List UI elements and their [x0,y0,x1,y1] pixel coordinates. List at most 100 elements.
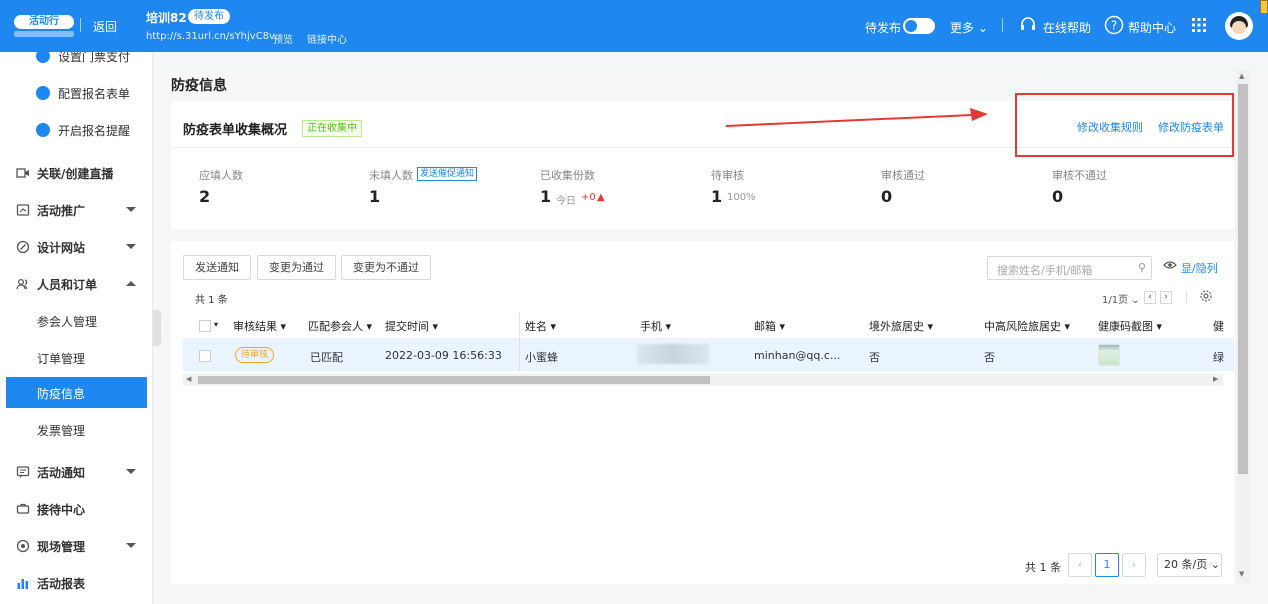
sidebar-item-onsite[interactable]: 现场管理 [0,528,152,564]
chevron-up-icon [126,281,136,286]
phone-masked [637,344,709,364]
horizontal-scrollbar[interactable]: ◀ ▶ [183,374,1223,386]
col-overseas-history[interactable]: 境外旅居史 ▾ [869,318,933,334]
chevron-down-icon [126,244,136,249]
event-url[interactable]: http://s.31url.cn/sYhjvC8v [146,31,275,42]
col-submit-time[interactable]: 提交时间 ▾ [385,318,438,334]
headset-icon[interactable] [1018,15,1038,35]
top-bar: 活动行 返回 培训82 待发布 http://s.31url.cn/sYhjvC… [0,0,1268,52]
col-health-code[interactable]: 健康码截图 ▾ [1098,318,1162,334]
reception-icon [16,503,30,514]
col-review-result[interactable]: 审核结果 ▾ [233,318,286,334]
message-icon [16,466,30,478]
chevron-down-icon [126,207,136,212]
sidebar-item-registration-form[interactable]: 配置报名表单 [0,75,152,111]
sidebar-item-people-orders[interactable]: 人员和订单 [0,266,152,302]
help-circle-icon[interactable]: ? [1104,15,1124,35]
logo-text: 活动行 [14,15,74,29]
link-center-link[interactable]: 链接中心 [307,31,347,46]
collecting-status-badge: 正在收集中 [302,120,362,137]
stat-unfilled: 未填人数 发送催促通知 1 [369,167,529,217]
set-fail-button[interactable]: 变更为不通过 [341,255,431,280]
sidebar-item-reception[interactable]: 接待中心 [0,491,152,527]
sidebar-item-orders[interactable]: 订单管理 [0,340,152,376]
today-delta: +0 [581,192,596,203]
stat-approved: 审核通过 0 [881,169,925,206]
sidebar-item-notifications[interactable]: 活动通知 [0,454,152,490]
sidebar: 设置门票支付 配置报名表单 开启报名提醒 关联/创建直播 活动推广 设计网站 人… [0,52,153,604]
chevron-left-icon[interactable]: ‹ [1144,291,1156,304]
select-all-checkbox[interactable] [199,320,211,332]
overview-title: 防疫表单收集概况 [183,123,288,138]
next-page-button[interactable]: › [1122,553,1146,577]
chevron-right-icon[interactable]: › [1160,291,1172,304]
annotation-arrow [725,108,988,127]
extension-icon[interactable] [1260,0,1268,14]
share-icon [16,204,30,216]
chevron-down-icon [126,543,136,548]
col-email[interactable]: 邮箱 ▾ [754,318,785,334]
annotation-box [1015,93,1234,157]
more-menu[interactable]: 更多 ⌄ [950,19,988,36]
eye-icon[interactable] [1163,260,1177,270]
sidebar-item-website[interactable]: 设计网站 [0,229,152,265]
mini-pager-label[interactable]: 1/1页 ⌄ [1102,291,1140,306]
help-center-link[interactable]: 帮助中心 [1128,19,1176,36]
back-button[interactable]: 返回 [93,18,117,35]
vertical-scrollbar[interactable]: ▲ ▼ [1236,70,1250,584]
row-checkbox[interactable] [199,350,211,362]
settings-gear-icon[interactable] [1199,289,1213,303]
user-avatar[interactable] [1225,12,1253,40]
check-circle-icon [36,52,50,63]
col-match[interactable]: 匹配参会人 ▾ [308,318,372,334]
page-number[interactable]: 1 [1095,553,1119,577]
sidebar-item-live[interactable]: 关联/创建直播 [0,155,152,191]
sidebar-collapse-handle[interactable] [153,310,161,346]
target-icon [16,539,30,553]
search-input[interactable]: 搜索姓名/手机/邮箱 ⚲ [987,256,1152,280]
sidebar-item-attendees[interactable]: 参会人管理 [0,303,152,339]
page-size-select[interactable]: 20 条/页 ⌄ [1157,553,1222,577]
health-code-thumbnail[interactable] [1098,344,1120,366]
col-risk-area-history[interactable]: 中高风险旅居史 ▾ [984,318,1070,334]
sidebar-item-ticket-payment[interactable]: 设置门票支付 [0,52,152,74]
sidebar-item-invoices[interactable]: 发票管理 [0,412,152,448]
event-title: 培训82 [146,11,187,25]
set-pass-button[interactable]: 变更为通过 [257,255,336,280]
col-phone[interactable]: 手机 ▾ [640,318,671,334]
select-dropdown-icon[interactable]: ▾ [214,320,218,329]
bar-chart-icon [17,579,28,589]
brand-logo[interactable]: 活动行 [14,13,74,39]
sidebar-item-promotion[interactable]: 活动推广 [0,192,152,228]
preview-link[interactable]: 预览 [273,31,293,46]
send-notice-button[interactable]: 发送通知 [183,255,251,280]
publish-toggle[interactable] [903,18,935,34]
toggle-columns-link[interactable]: 显/隐列 [1181,260,1218,276]
publish-label: 待发布 [865,21,902,35]
check-circle-icon [36,123,50,137]
users-icon [16,278,28,290]
sidebar-item-registration-reminder[interactable]: 开启报名提醒 [0,112,152,148]
send-reminder-button[interactable]: 发送催促通知 [417,167,478,181]
stat-rejected: 审核不通过 0 [1052,169,1107,206]
record-count: 共 1 条 [195,295,228,306]
chevron-down-icon [126,469,136,474]
triangle-up-icon: ▲ [597,192,605,203]
compass-icon [16,240,30,254]
event-status-badge: 待发布 [188,9,230,24]
sidebar-item-reports[interactable]: 活动报表 [0,565,152,601]
check-circle-icon [36,86,50,100]
col-name[interactable]: 姓名 ▾ [525,318,556,334]
col-truncated: 健 [1213,320,1224,333]
prev-page-button[interactable]: ‹ [1068,553,1092,577]
online-help-link[interactable]: 在线帮助 [1043,19,1091,36]
svg-text:?: ? [1111,19,1117,33]
stat-collected: 已收集份数 1 今日 +0 ▲ [540,169,605,207]
video-icon [16,168,29,178]
page-title: 防疫信息 [171,78,227,94]
stat-pending: 待审核 1 100% [711,169,756,206]
search-icon: ⚲ [1138,261,1147,274]
stat-should-fill: 应填人数 2 [199,169,243,206]
sidebar-item-epidemic-info[interactable]: 防疫信息 [6,377,147,408]
apps-grid-icon[interactable] [1189,15,1209,35]
